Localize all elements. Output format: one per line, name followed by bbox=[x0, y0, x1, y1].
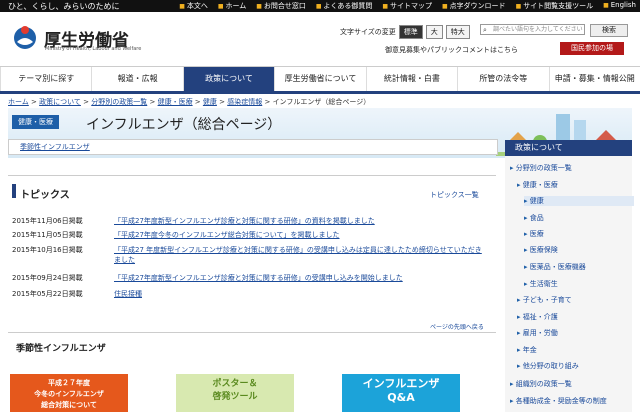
ministry-logo-icon[interactable] bbox=[12, 24, 38, 52]
banner-line: 総合対策について bbox=[41, 401, 97, 409]
public-comment-link[interactable]: 御意見募集やパブリックコメントはこちら bbox=[385, 45, 518, 55]
global-nav: テーマ別に探す 報道・広報 政策について 厚生労働省について 統計情報・白書 所… bbox=[0, 66, 640, 94]
sidebar-item-drugs[interactable]: 医薬品・医療機器 bbox=[524, 262, 586, 272]
sidebar-item-other-fields[interactable]: 他分野の取り組み bbox=[517, 361, 579, 371]
topics-heading: トピックス bbox=[20, 190, 70, 201]
sidebar-item-grants[interactable]: 各種助成金・奨励金等の制度 bbox=[510, 396, 607, 406]
utility-links: 本文へ ホーム お問合せ窓口 よくある御質問 サイトマップ 点字ダウンロード サ… bbox=[179, 1, 636, 11]
sidebar-item-welfare[interactable]: 福祉・介護 bbox=[517, 312, 558, 322]
sidebar-item-health[interactable]: 健康 bbox=[524, 196, 634, 206]
text-size-xlarge-button[interactable]: 特大 bbox=[445, 25, 470, 39]
text-size-switcher: 文字サイズの変更 標準 大 特大 bbox=[340, 25, 470, 39]
sidebar-item-children[interactable]: 子ども・子育て bbox=[517, 295, 572, 305]
nav-about[interactable]: 厚生労働省について bbox=[274, 67, 365, 91]
breadcrumb-policy[interactable]: 政策について bbox=[39, 98, 81, 106]
sidebar-item-org-policy-list[interactable]: 組織別の政策一覧 bbox=[510, 379, 572, 389]
influenza-qa-banner[interactable]: インフルエンザ Q&A bbox=[342, 374, 460, 412]
text-size-standard-button[interactable]: 標準 bbox=[398, 25, 423, 39]
page-top-link[interactable]: ページの先頭へ戻る bbox=[430, 322, 484, 331]
winter-measures-banner[interactable]: 平成２７年度 今冬のインフルエンザ 総合対策について bbox=[10, 374, 128, 412]
site-logo-subtitle: Ministry of Health, Labour and Welfare bbox=[45, 46, 142, 52]
link-accessibility-tool[interactable]: サイト閲覧支援ツール bbox=[516, 1, 593, 11]
link-sitemap[interactable]: サイトマップ bbox=[382, 1, 432, 11]
text-size-large-button[interactable]: 大 bbox=[425, 25, 443, 39]
citizen-participation-button[interactable]: 国民参加の場 bbox=[560, 42, 624, 55]
breadcrumb-policy-list[interactable]: 分野別の政策一覧 bbox=[91, 98, 147, 106]
news-link[interactable]: 「平成27年度新型インフルエンザ診療と対策に関する研修」の受講申し込みを開始しま… bbox=[114, 273, 484, 283]
search-button[interactable]: 検索 bbox=[590, 24, 628, 37]
category-badge: 健康・医療 bbox=[12, 115, 59, 129]
banner-line: ポスター＆ bbox=[212, 379, 258, 389]
sidebar-item-food[interactable]: 食品 bbox=[524, 213, 544, 223]
news-date: 2015年09月24日掲載 bbox=[12, 274, 83, 282]
sidebar-heading: 政策について bbox=[505, 140, 632, 156]
sidebar-item-sanitation[interactable]: 生活衛生 bbox=[524, 279, 558, 289]
topics-all-link[interactable]: トピックス一覧 bbox=[430, 190, 479, 200]
breadcrumb-infectious[interactable]: 感染症情報 bbox=[227, 98, 262, 106]
news-link[interactable]: 「平成27 年度新型インフルエンザ診療と対策に関する研修」の受講申し込みは定員に… bbox=[114, 245, 484, 265]
sidebar-item-employment[interactable]: 雇用・労働 bbox=[517, 328, 558, 338]
search-input[interactable]: 調べたい語句を入力してください bbox=[480, 24, 585, 35]
top-bar: ひと、くらし、みらいのために 本文へ ホーム お問合せ窓口 よくある御質問 サイ… bbox=[0, 0, 640, 12]
tagline: ひと、くらし、みらいのために bbox=[8, 2, 120, 11]
banner-line: Q&A bbox=[387, 391, 415, 404]
nav-applications[interactable]: 申請・募集・情報公開 bbox=[548, 67, 640, 91]
breadcrumb: ホーム > 政策について > 分野別の政策一覧 > 健康・医療 > 健康 > 感… bbox=[8, 98, 371, 106]
sidebar-item-medical-insurance[interactable]: 医療保険 bbox=[524, 245, 558, 255]
poster-tools-banner[interactable]: ポスター＆ 啓発ツール bbox=[176, 374, 294, 412]
section-divider bbox=[8, 332, 496, 333]
sidebar-item-pension[interactable]: 年金 bbox=[517, 345, 537, 355]
link-english[interactable]: English bbox=[603, 1, 636, 11]
news-date: 2015年05月22日掲載 bbox=[12, 290, 83, 298]
link-home[interactable]: ホーム bbox=[218, 1, 246, 11]
nav-laws[interactable]: 所管の法令等 bbox=[457, 67, 548, 91]
nav-press[interactable]: 報道・広報 bbox=[91, 67, 182, 91]
breadcrumb-health[interactable]: 健康 bbox=[203, 98, 217, 106]
news-date: 2015年11月05日掲載 bbox=[12, 231, 83, 239]
news-date: 2015年10月16日掲載 bbox=[12, 246, 83, 254]
link-braille-download[interactable]: 点字ダウンロード bbox=[442, 1, 506, 11]
news-date: 2015年11月06日掲載 bbox=[12, 217, 83, 225]
sidebar-item-policy-list[interactable]: 分野別の政策一覧 bbox=[510, 163, 572, 173]
banner-line: 平成２７年度 bbox=[48, 379, 90, 387]
page-title: インフルエンザ（総合ページ） bbox=[86, 117, 282, 133]
link-contact[interactable]: お問合せ窓口 bbox=[256, 1, 306, 11]
sidebar-item-medical[interactable]: 医療 bbox=[524, 229, 544, 239]
news-link[interactable]: 「平成27年度新型インフルエンザ診療と対策に関する研修」の資料を掲載しました bbox=[114, 216, 484, 226]
topics-heading-marker bbox=[12, 184, 16, 198]
banner-line: 今冬のインフルエンザ bbox=[34, 390, 104, 398]
link-faq[interactable]: よくある御質問 bbox=[316, 1, 372, 11]
nav-theme[interactable]: テーマ別に探す bbox=[0, 67, 91, 91]
breadcrumb-home[interactable]: ホーム bbox=[8, 98, 29, 106]
nav-policy[interactable]: 政策について bbox=[182, 67, 275, 91]
breadcrumb-health-medical[interactable]: 健康・医療 bbox=[158, 98, 193, 106]
banner-line: インフルエンザ bbox=[362, 377, 440, 390]
text-size-label: 文字サイズの変更 bbox=[340, 28, 396, 36]
link-skip-to-content[interactable]: 本文へ bbox=[179, 1, 208, 11]
seasonal-influenza-heading: 季節性インフルエンザ bbox=[16, 344, 106, 354]
breadcrumb-current: インフルエンザ（総合ページ） bbox=[272, 98, 371, 106]
banner-line: 啓発ツール bbox=[212, 392, 258, 402]
news-link[interactable]: 「平成27年度今冬のインフルエンザ総合対策について」を掲載しました bbox=[114, 230, 484, 240]
seasonal-influenza-anchor-link[interactable]: 季節性インフルエンザ bbox=[20, 142, 90, 152]
sidebar-item-health-medical[interactable]: 健康・医療 bbox=[517, 180, 558, 190]
news-link[interactable]: 住民接種 bbox=[114, 289, 484, 299]
nav-statistics[interactable]: 統計情報・白書 bbox=[365, 67, 457, 91]
